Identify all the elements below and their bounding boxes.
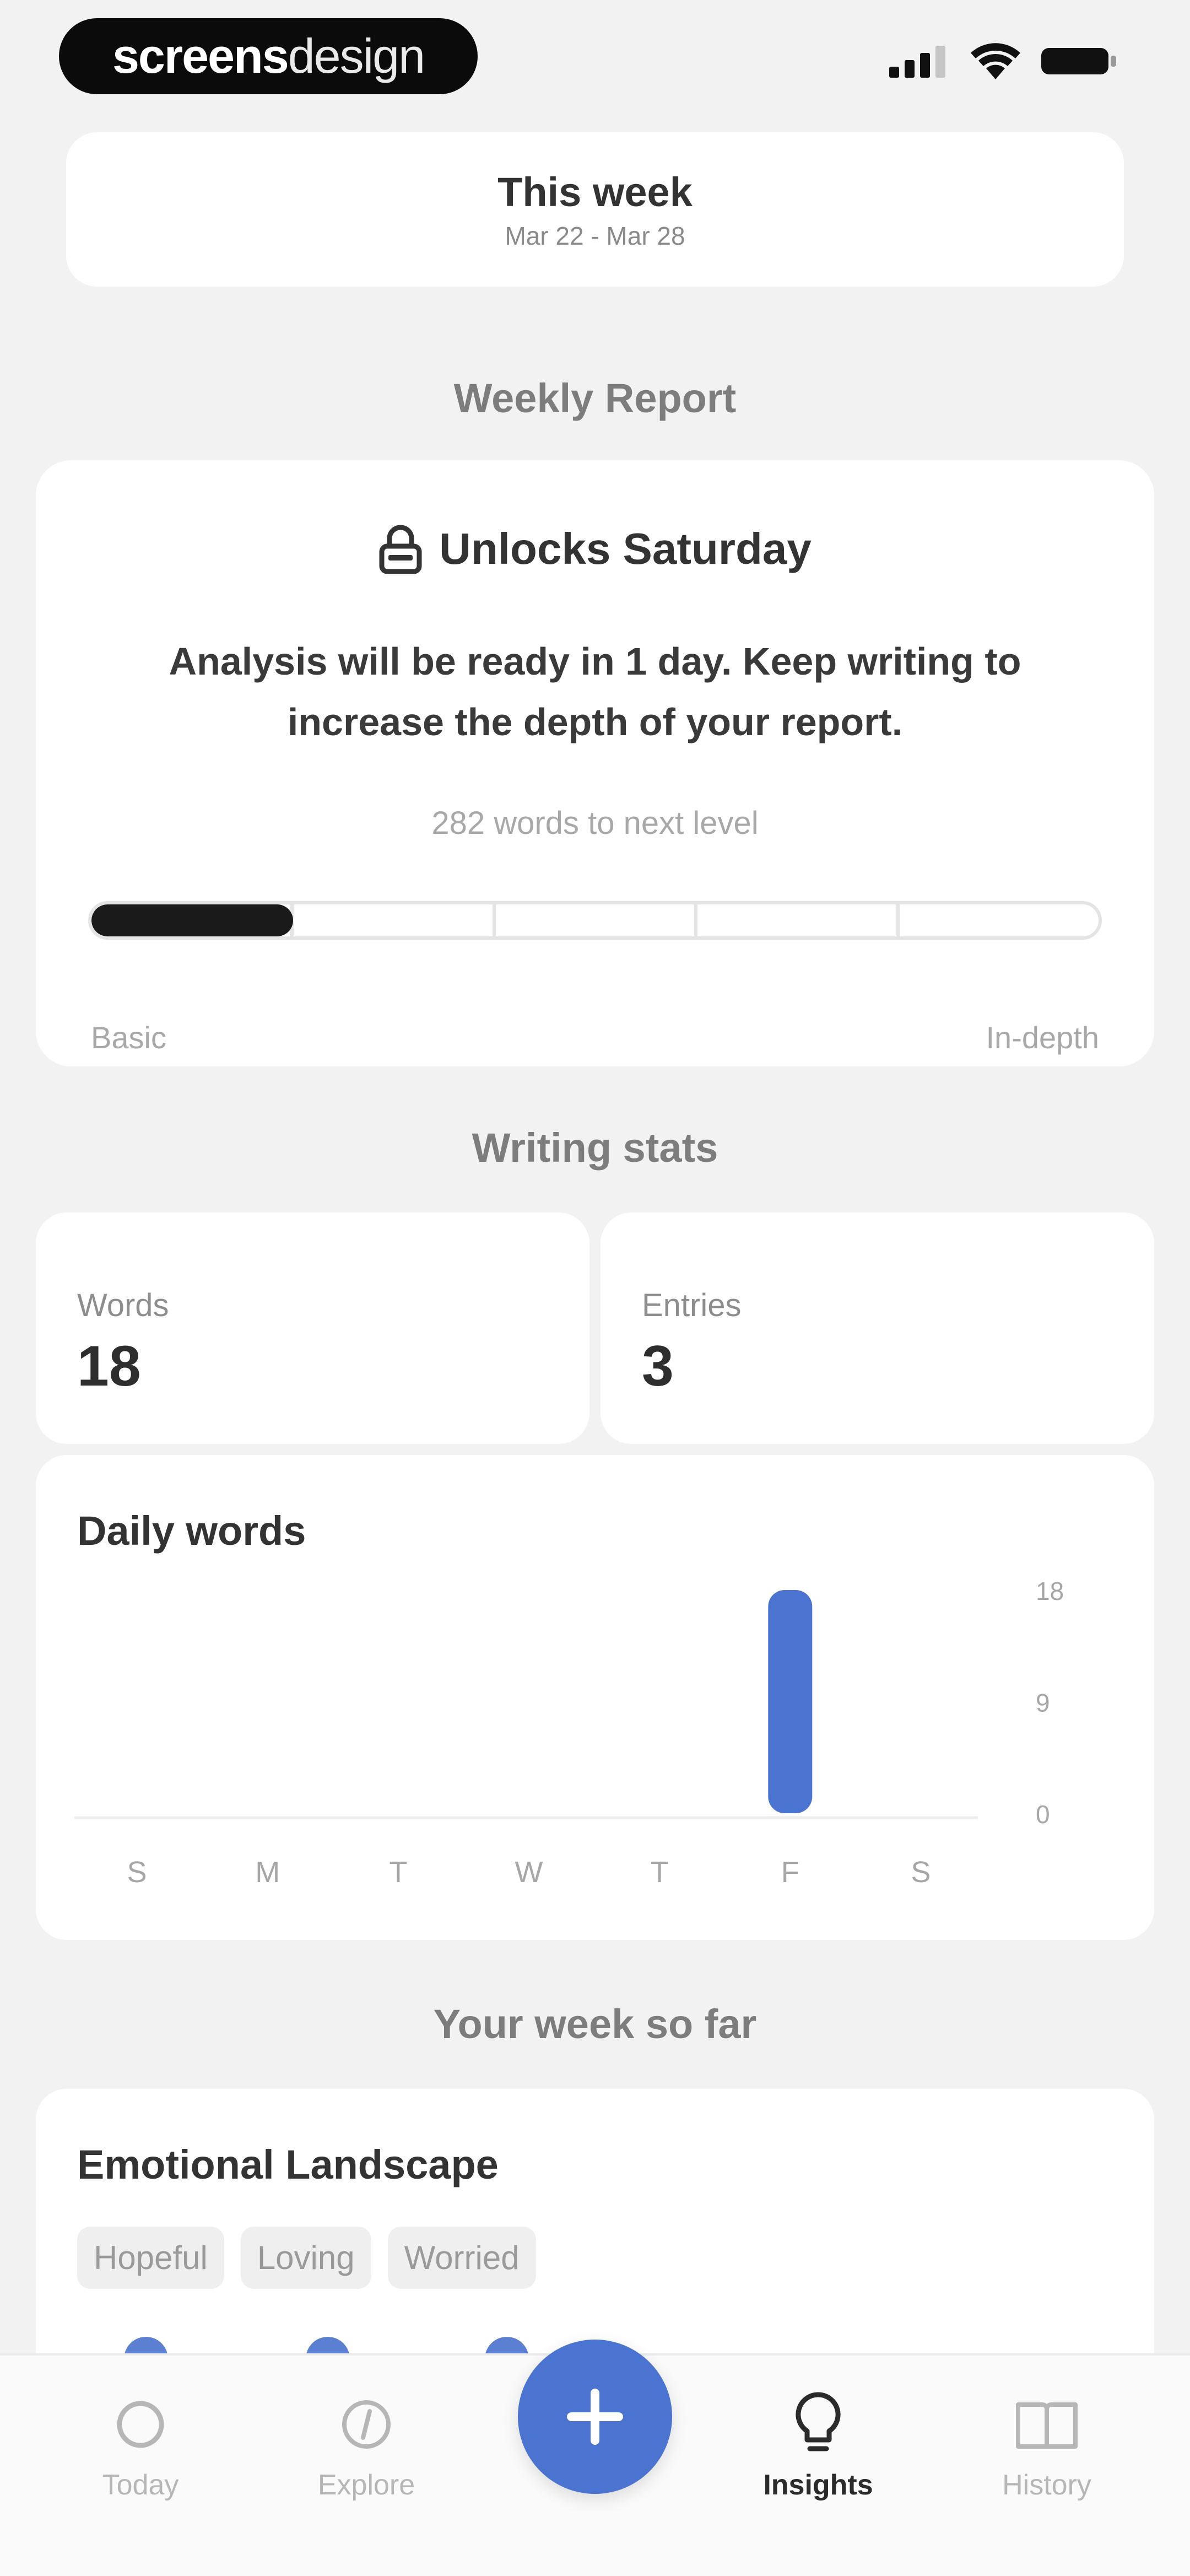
words-to-next-level: 282 words to next level <box>431 805 759 841</box>
tab-history-label: History <box>1002 2469 1091 2501</box>
chart-y-tick-label: 18 <box>1036 1577 1064 1605</box>
tab-insights[interactable]: Insights <box>730 2380 906 2502</box>
emotion-chip[interactable]: Worried <box>387 2227 536 2289</box>
section-title-weekly-report: Weekly Report <box>453 375 737 421</box>
battery-icon <box>1041 48 1116 74</box>
progress-label-basic: Basic <box>91 1020 166 1055</box>
new-entry-button[interactable] <box>518 2340 672 2494</box>
brand-logo-part2: design <box>288 29 425 83</box>
tab-insights-label: Insights <box>763 2469 873 2501</box>
signal-icon <box>889 46 945 78</box>
book-icon <box>1016 2402 1078 2449</box>
emotion-chips: Hopeful Loving Worried <box>77 2227 536 2289</box>
brand-logo-part1: screens <box>112 29 289 83</box>
unlock-heading: Unlocks Saturday <box>36 524 1154 574</box>
chart-x-tick-label: T <box>389 1856 407 1889</box>
emotional-landscape-title: Emotional Landscape <box>77 2142 499 2187</box>
week-selector-card[interactable]: This week Mar 22 - Mar 28 <box>66 132 1124 287</box>
chart-x-tick-label: M <box>255 1856 280 1889</box>
tab-history[interactable]: History <box>959 2380 1135 2502</box>
status-bar-icons <box>889 43 1118 79</box>
words-label: Words <box>77 1287 169 1323</box>
section-title-your-week: Your week so far <box>433 2001 757 2047</box>
report-description: Analysis will be ready in 1 day. Keep wr… <box>169 640 1021 743</box>
chart-x-tick-label: W <box>515 1856 543 1889</box>
words-stat-card: Words 18 <box>36 1212 589 1444</box>
words-value: 18 <box>77 1334 141 1398</box>
tab-today[interactable]: Today <box>52 2380 229 2502</box>
brand-logo: screens design <box>59 18 478 94</box>
chart-x-tick-label: T <box>651 1856 669 1889</box>
week-date-range: Mar 22 - Mar 28 <box>505 221 685 250</box>
compass-icon <box>342 2400 391 2449</box>
section-title-writing-stats: Writing stats <box>472 1125 718 1171</box>
entries-stat-card: Entries 3 <box>601 1212 1154 1444</box>
week-title: This week <box>497 169 693 215</box>
emotion-chip[interactable]: Hopeful <box>77 2227 224 2289</box>
plus-icon <box>567 2389 623 2445</box>
daily-words-chart: S M T W T F S 18 9 0 <box>74 1577 1064 1889</box>
report-depth-progress-bar <box>88 901 1102 940</box>
progress-label-in-depth: In-depth <box>986 1020 1100 1055</box>
lightbulb-icon <box>796 2392 841 2451</box>
chart-x-tick-label: S <box>127 1856 147 1889</box>
circle-icon <box>117 2401 164 2448</box>
chart-bar <box>768 1590 813 1813</box>
progress-fill <box>91 904 293 936</box>
emotion-chip[interactable]: Loving <box>240 2227 371 2289</box>
unlock-title: Unlocks Saturday <box>439 524 812 573</box>
tab-today-label: Today <box>102 2469 179 2501</box>
tab-explore-label: Explore <box>317 2469 415 2501</box>
progress-segment <box>496 904 698 936</box>
progress-segment <box>900 904 1099 936</box>
chart-x-tick-label: S <box>911 1856 931 1889</box>
tab-explore[interactable]: Explore <box>278 2380 455 2502</box>
entries-label: Entries <box>642 1287 742 1323</box>
progress-segment <box>697 904 900 936</box>
weekly-report-card: Unlocks Saturday Analysis will be ready … <box>36 460 1154 1066</box>
daily-words-chart-card: Daily words S M T W T F S 18 9 0 <box>36 1455 1154 1940</box>
chart-x-tick-label: F <box>781 1856 799 1889</box>
entries-value: 3 <box>642 1334 674 1398</box>
chart-y-tick-label: 0 <box>1036 1800 1050 1829</box>
wifi-icon <box>971 43 1020 79</box>
progress-segment <box>294 904 496 936</box>
chart-y-tick-label: 9 <box>1036 1689 1050 1717</box>
lock-icon <box>379 525 422 574</box>
